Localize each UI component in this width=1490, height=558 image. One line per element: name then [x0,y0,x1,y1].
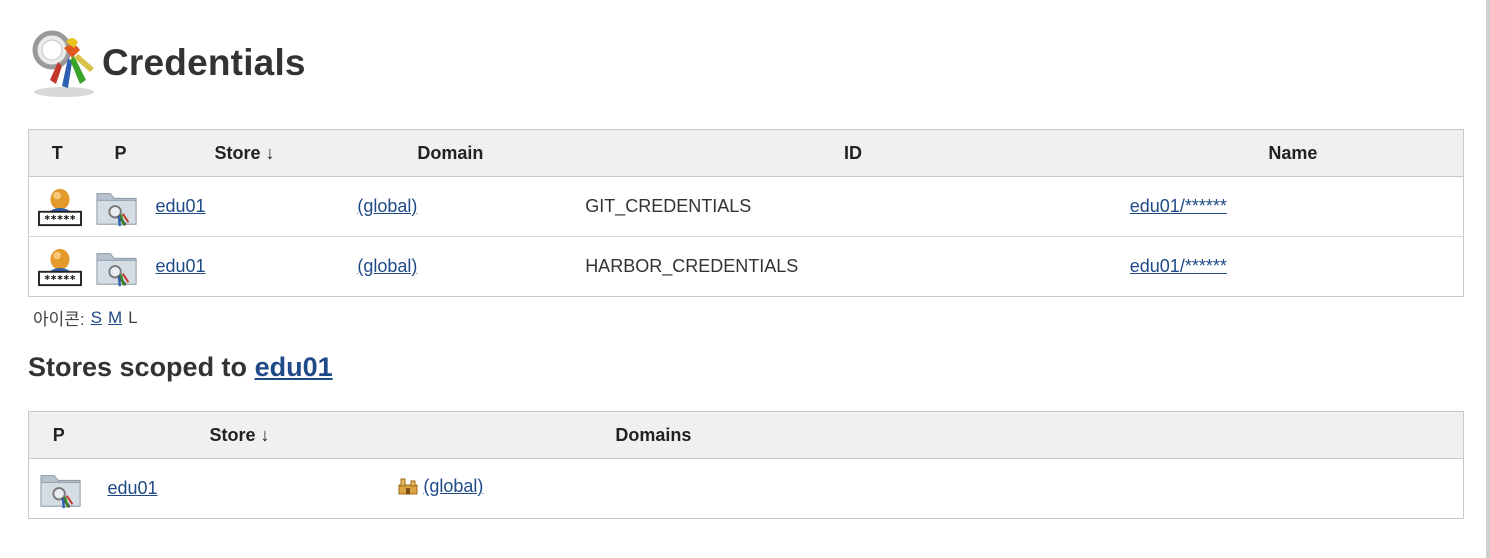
stores-table: P Store ↓ Domains edu01 (global) [28,411,1464,519]
icon-size-selector: 아이콘: S M L [33,305,138,330]
column-header-store[interactable]: Store ↓ [155,129,356,177]
page-title: Credentials [102,42,306,83]
folder-credentials-icon [94,186,140,228]
domain-link[interactable]: (global) [357,256,417,276]
stores-header-row: P Store ↓ Domains [28,411,1464,459]
column-header-store[interactable]: Store ↓ [88,411,379,459]
provider-cell [85,236,156,297]
type-cell [28,236,86,297]
id-cell: HARBOR_CREDENTIALS [583,236,1123,297]
icon-size-medium-link[interactable]: M [108,308,122,328]
store-link[interactable]: edu01 [155,256,205,276]
column-header-provider[interactable]: P [28,411,89,459]
stores-scope-link[interactable]: edu01 [255,352,333,382]
folder-credentials-icon [38,468,84,510]
store-cell: edu01 [155,176,356,237]
column-header-provider[interactable]: P [85,129,156,177]
credentials-header-row: T P Store ↓ Domain ID Name [28,129,1464,177]
column-header-name[interactable]: Name [1122,129,1464,177]
column-header-id[interactable]: ID [583,129,1123,177]
domains-cell: (global) [378,458,1464,519]
icon-size-large-current: L [128,307,138,327]
stores-title-prefix: Stores scoped to [28,352,248,382]
store-link[interactable]: edu01 [107,478,157,498]
table-row: edu01 (global) GIT_CREDENTIALS edu01/***… [28,176,1464,237]
domain-link-label: (global) [423,475,484,496]
folder-credentials-icon [94,246,140,288]
id-cell: GIT_CREDENTIALS [583,176,1123,237]
domain-cell: (global) [355,236,584,297]
column-header-type[interactable]: T [28,129,86,177]
credentials-keys-icon [32,30,94,97]
page-header: Credentials [28,26,306,100]
column-header-domain[interactable]: Domain [355,129,584,177]
icon-size-small-link[interactable]: S [91,308,102,328]
domain-cell: (global) [355,176,584,237]
domain-icon [398,478,418,495]
credentials-table: T P Store ↓ Domain ID Name edu01 (global… [28,129,1464,297]
domain-link[interactable]: (global) [397,476,483,497]
credential-name-link[interactable]: edu01/****** [1130,256,1227,276]
name-cell: edu01/****** [1122,176,1464,237]
store-cell: edu01 [155,236,356,297]
stores-section-title: Stores scoped to edu01 [28,352,333,383]
store-link[interactable]: edu01 [155,196,205,216]
store-cell: edu01 [88,458,379,519]
table-row: edu01 (global) HARBOR_CREDENTIALS edu01/… [28,236,1464,297]
credential-name-link[interactable]: edu01/****** [1130,196,1227,216]
window-edge [1486,0,1490,558]
type-cell [28,176,86,237]
user-password-icon [37,186,83,228]
domain-link[interactable]: (global) [357,196,417,216]
table-row: edu01 (global) [28,458,1464,519]
provider-cell [85,176,156,237]
user-password-icon [37,246,83,288]
column-header-domains[interactable]: Domains [378,411,1464,459]
name-cell: edu01/****** [1122,236,1464,297]
icon-size-label: 아이콘: [33,310,85,329]
provider-cell [28,458,89,519]
